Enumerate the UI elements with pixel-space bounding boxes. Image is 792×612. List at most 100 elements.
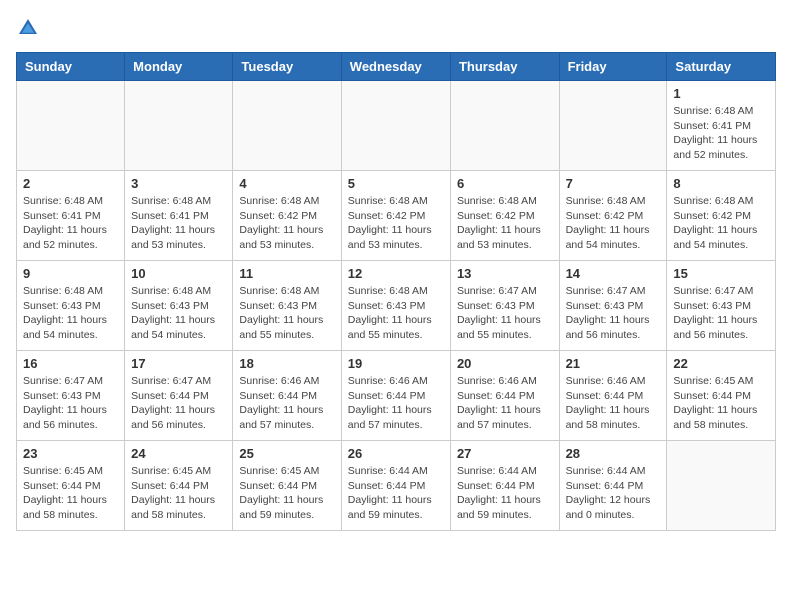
day-info: Sunrise: 6:44 AM Sunset: 6:44 PM Dayligh… bbox=[457, 464, 553, 523]
weekday-header: Tuesday bbox=[233, 53, 341, 81]
day-info: Sunrise: 6:48 AM Sunset: 6:43 PM Dayligh… bbox=[348, 284, 444, 343]
day-info: Sunrise: 6:44 AM Sunset: 6:44 PM Dayligh… bbox=[348, 464, 444, 523]
day-number: 27 bbox=[457, 446, 553, 461]
weekday-header-row: SundayMondayTuesdayWednesdayThursdayFrid… bbox=[17, 53, 776, 81]
day-info: Sunrise: 6:47 AM Sunset: 6:44 PM Dayligh… bbox=[131, 374, 226, 433]
day-info: Sunrise: 6:47 AM Sunset: 6:43 PM Dayligh… bbox=[673, 284, 769, 343]
day-number: 13 bbox=[457, 266, 553, 281]
day-info: Sunrise: 6:45 AM Sunset: 6:44 PM Dayligh… bbox=[673, 374, 769, 433]
calendar-cell bbox=[125, 81, 233, 171]
calendar-cell bbox=[559, 81, 667, 171]
day-number: 8 bbox=[673, 176, 769, 191]
day-info: Sunrise: 6:46 AM Sunset: 6:44 PM Dayligh… bbox=[457, 374, 553, 433]
calendar-cell: 4 Sunrise: 6:48 AM Sunset: 6:42 PM Daylig… bbox=[233, 171, 341, 261]
calendar-cell: 8 Sunrise: 6:48 AM Sunset: 6:42 PM Daylig… bbox=[667, 171, 776, 261]
calendar-cell: 26 Sunrise: 6:44 AM Sunset: 6:44 PM Dayli… bbox=[341, 441, 450, 531]
day-number: 2 bbox=[23, 176, 118, 191]
calendar-cell: 9Sunrise: 6:48 AM Sunset: 6:43 PM Daylig… bbox=[17, 261, 125, 351]
calendar-cell: 24 Sunrise: 6:45 AM Sunset: 6:44 PM Dayli… bbox=[125, 441, 233, 531]
day-number: 4 bbox=[239, 176, 334, 191]
weekday-header: Friday bbox=[559, 53, 667, 81]
calendar-cell: 10 Sunrise: 6:48 AM Sunset: 6:43 PM Dayli… bbox=[125, 261, 233, 351]
calendar-cell: 27 Sunrise: 6:44 AM Sunset: 6:44 PM Dayli… bbox=[450, 441, 559, 531]
calendar-week-row: 16 Sunrise: 6:47 AM Sunset: 6:43 PM Dayli… bbox=[17, 351, 776, 441]
day-info: Sunrise: 6:47 AM Sunset: 6:43 PM Dayligh… bbox=[566, 284, 661, 343]
day-info: Sunrise: 6:48 AM Sunset: 6:42 PM Dayligh… bbox=[457, 194, 553, 253]
calendar-cell bbox=[17, 81, 125, 171]
calendar-cell: 6 Sunrise: 6:48 AM Sunset: 6:42 PM Daylig… bbox=[450, 171, 559, 261]
weekday-header: Saturday bbox=[667, 53, 776, 81]
calendar-cell: 15 Sunrise: 6:47 AM Sunset: 6:43 PM Dayli… bbox=[667, 261, 776, 351]
day-number: 15 bbox=[673, 266, 769, 281]
day-info: Sunrise: 6:44 AM Sunset: 6:44 PM Dayligh… bbox=[566, 464, 661, 523]
calendar-cell: 22 Sunrise: 6:45 AM Sunset: 6:44 PM Dayli… bbox=[667, 351, 776, 441]
day-info: Sunrise: 6:46 AM Sunset: 6:44 PM Dayligh… bbox=[348, 374, 444, 433]
day-number: 1 bbox=[673, 86, 769, 101]
calendar-cell: 14 Sunrise: 6:47 AM Sunset: 6:43 PM Dayli… bbox=[559, 261, 667, 351]
day-number: 5 bbox=[348, 176, 444, 191]
day-info: Sunrise: 6:46 AM Sunset: 6:44 PM Dayligh… bbox=[239, 374, 334, 433]
calendar-cell: 3 Sunrise: 6:48 AM Sunset: 6:41 PM Daylig… bbox=[125, 171, 233, 261]
day-number: 17 bbox=[131, 356, 226, 371]
day-number: 24 bbox=[131, 446, 226, 461]
day-info: Sunrise: 6:48 AM Sunset: 6:43 PM Dayligh… bbox=[23, 284, 118, 343]
day-info: Sunrise: 6:45 AM Sunset: 6:44 PM Dayligh… bbox=[131, 464, 226, 523]
calendar-cell: 21 Sunrise: 6:46 AM Sunset: 6:44 PM Dayli… bbox=[559, 351, 667, 441]
calendar-cell: 5Sunrise: 6:48 AM Sunset: 6:42 PM Daylig… bbox=[341, 171, 450, 261]
day-number: 22 bbox=[673, 356, 769, 371]
calendar-cell: 17 Sunrise: 6:47 AM Sunset: 6:44 PM Dayli… bbox=[125, 351, 233, 441]
calendar-cell: 12Sunrise: 6:48 AM Sunset: 6:43 PM Dayli… bbox=[341, 261, 450, 351]
day-info: Sunrise: 6:47 AM Sunset: 6:43 PM Dayligh… bbox=[23, 374, 118, 433]
day-info: Sunrise: 6:47 AM Sunset: 6:43 PM Dayligh… bbox=[457, 284, 553, 343]
calendar-week-row: 2 Sunrise: 6:48 AM Sunset: 6:41 PM Daylig… bbox=[17, 171, 776, 261]
calendar-cell bbox=[341, 81, 450, 171]
calendar: SundayMondayTuesdayWednesdayThursdayFrid… bbox=[16, 52, 776, 531]
day-info: Sunrise: 6:46 AM Sunset: 6:44 PM Dayligh… bbox=[566, 374, 661, 433]
day-number: 18 bbox=[239, 356, 334, 371]
logo bbox=[16, 16, 44, 40]
day-info: Sunrise: 6:48 AM Sunset: 6:42 PM Dayligh… bbox=[239, 194, 334, 253]
calendar-cell: 23 Sunrise: 6:45 AM Sunset: 6:44 PM Dayli… bbox=[17, 441, 125, 531]
day-number: 23 bbox=[23, 446, 118, 461]
day-info: Sunrise: 6:48 AM Sunset: 6:41 PM Dayligh… bbox=[131, 194, 226, 253]
day-number: 25 bbox=[239, 446, 334, 461]
calendar-cell bbox=[667, 441, 776, 531]
day-number: 10 bbox=[131, 266, 226, 281]
weekday-header: Thursday bbox=[450, 53, 559, 81]
day-number: 28 bbox=[566, 446, 661, 461]
calendar-week-row: 9Sunrise: 6:48 AM Sunset: 6:43 PM Daylig… bbox=[17, 261, 776, 351]
calendar-cell: 25 Sunrise: 6:45 AM Sunset: 6:44 PM Dayli… bbox=[233, 441, 341, 531]
calendar-cell: 13 Sunrise: 6:47 AM Sunset: 6:43 PM Dayli… bbox=[450, 261, 559, 351]
day-info: Sunrise: 6:45 AM Sunset: 6:44 PM Dayligh… bbox=[23, 464, 118, 523]
calendar-cell: 19Sunrise: 6:46 AM Sunset: 6:44 PM Dayli… bbox=[341, 351, 450, 441]
day-info: Sunrise: 6:48 AM Sunset: 6:43 PM Dayligh… bbox=[131, 284, 226, 343]
day-number: 3 bbox=[131, 176, 226, 191]
day-info: Sunrise: 6:48 AM Sunset: 6:41 PM Dayligh… bbox=[673, 104, 769, 163]
day-info: Sunrise: 6:48 AM Sunset: 6:41 PM Dayligh… bbox=[23, 194, 118, 253]
day-number: 6 bbox=[457, 176, 553, 191]
day-number: 21 bbox=[566, 356, 661, 371]
calendar-cell bbox=[450, 81, 559, 171]
calendar-cell: 16 Sunrise: 6:47 AM Sunset: 6:43 PM Dayli… bbox=[17, 351, 125, 441]
day-info: Sunrise: 6:48 AM Sunset: 6:42 PM Dayligh… bbox=[673, 194, 769, 253]
header bbox=[16, 16, 776, 40]
calendar-cell: 1 Sunrise: 6:48 AM Sunset: 6:41 PM Daylig… bbox=[667, 81, 776, 171]
day-number: 26 bbox=[348, 446, 444, 461]
day-info: Sunrise: 6:45 AM Sunset: 6:44 PM Dayligh… bbox=[239, 464, 334, 523]
logo-icon bbox=[16, 16, 40, 40]
weekday-header: Sunday bbox=[17, 53, 125, 81]
weekday-header: Wednesday bbox=[341, 53, 450, 81]
calendar-cell: 2 Sunrise: 6:48 AM Sunset: 6:41 PM Daylig… bbox=[17, 171, 125, 261]
day-info: Sunrise: 6:48 AM Sunset: 6:42 PM Dayligh… bbox=[566, 194, 661, 253]
day-number: 7 bbox=[566, 176, 661, 191]
calendar-cell: 11Sunrise: 6:48 AM Sunset: 6:43 PM Dayli… bbox=[233, 261, 341, 351]
calendar-cell: 7 Sunrise: 6:48 AM Sunset: 6:42 PM Daylig… bbox=[559, 171, 667, 261]
day-number: 16 bbox=[23, 356, 118, 371]
day-number: 14 bbox=[566, 266, 661, 281]
day-number: 20 bbox=[457, 356, 553, 371]
calendar-cell bbox=[233, 81, 341, 171]
calendar-week-row: 23 Sunrise: 6:45 AM Sunset: 6:44 PM Dayli… bbox=[17, 441, 776, 531]
calendar-cell: 18 Sunrise: 6:46 AM Sunset: 6:44 PM Dayli… bbox=[233, 351, 341, 441]
day-number: 11 bbox=[239, 266, 334, 281]
calendar-cell: 28 Sunrise: 6:44 AM Sunset: 6:44 PM Dayli… bbox=[559, 441, 667, 531]
